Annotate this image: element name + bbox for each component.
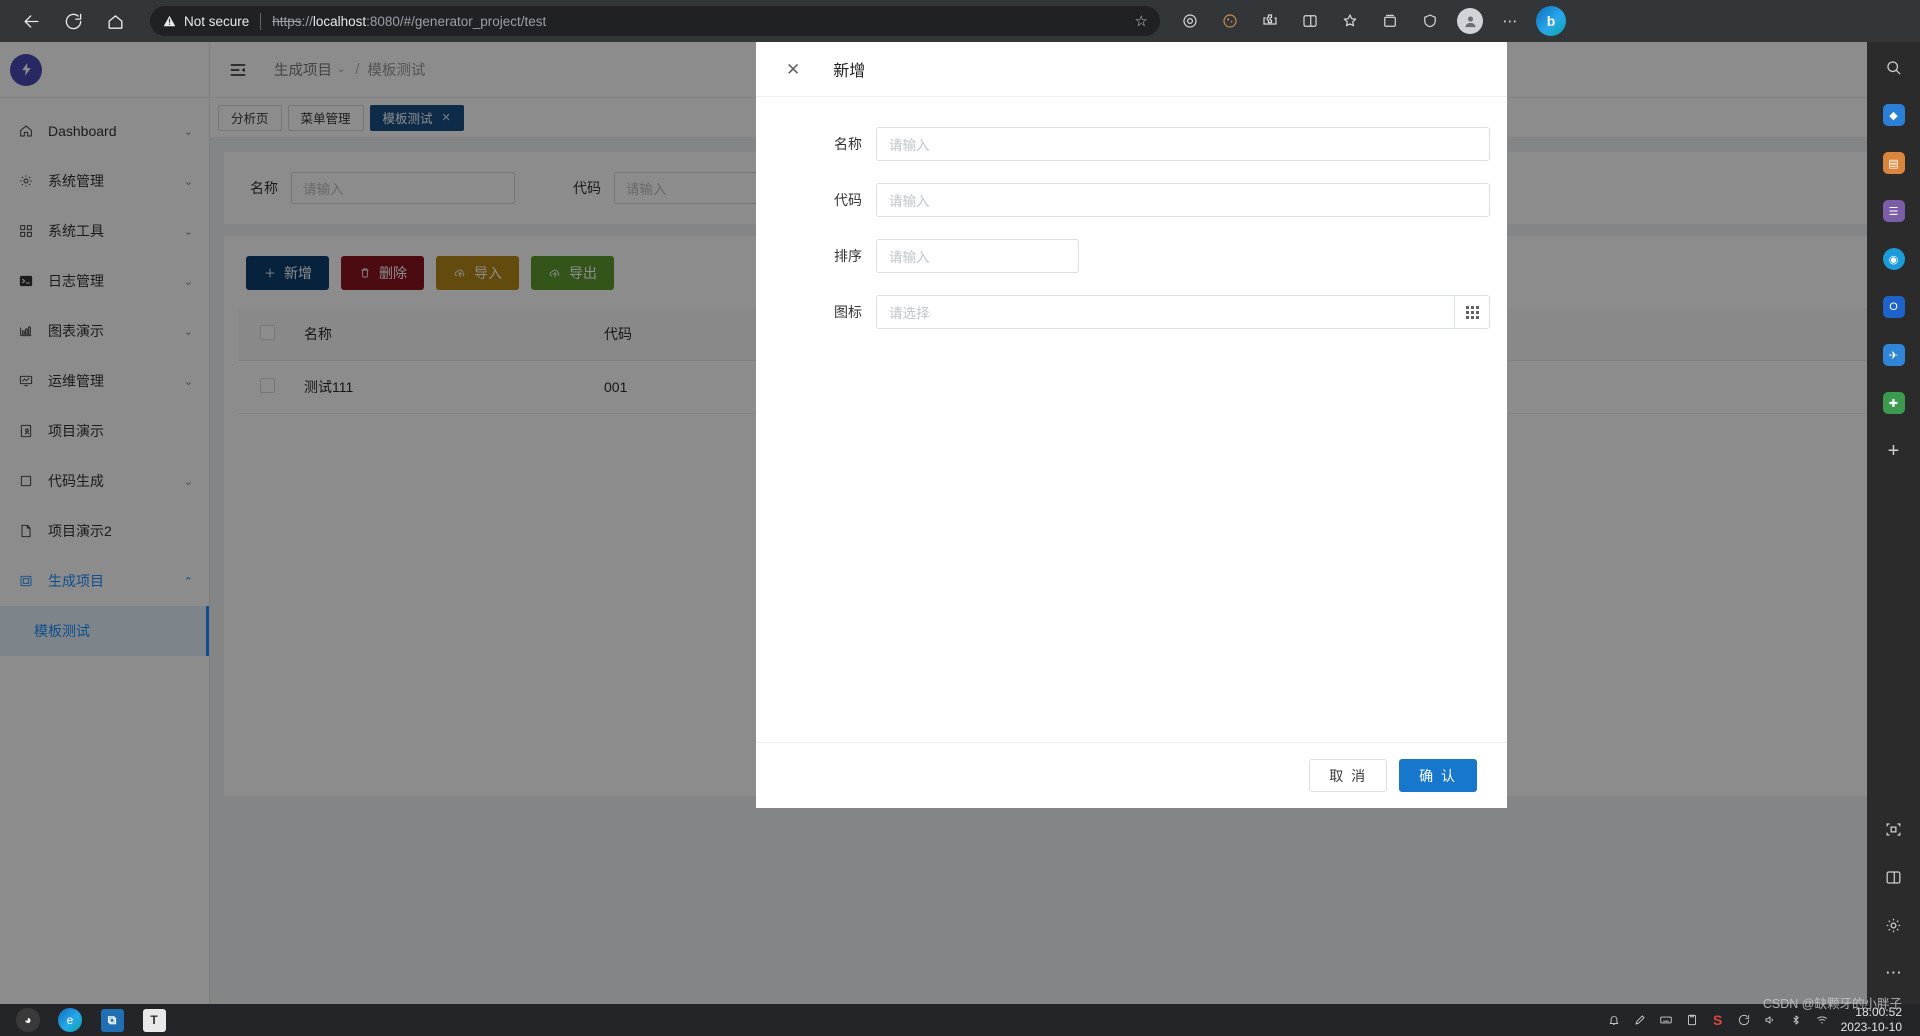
form-row-icon: 图标 请选择 [756, 295, 1507, 329]
url-text: https://localhost:8080/#/generator_proje… [272, 13, 547, 29]
taskbar-vscode[interactable]: ⧉ [92, 1005, 132, 1035]
profile-button[interactable] [1454, 5, 1486, 37]
not-secure-warning-icon [162, 14, 177, 28]
form-label: 代码 [834, 192, 862, 208]
copilot-icon[interactable]: b [1536, 6, 1566, 36]
form-label: 名称 [834, 136, 862, 152]
outlook-icon[interactable]: O [1877, 290, 1911, 324]
browser-actions: ⋯ b [1170, 5, 1566, 37]
split-screen-icon[interactable] [1294, 5, 1326, 37]
sync-icon[interactable] [1731, 1005, 1757, 1035]
pen-icon[interactable] [1627, 1005, 1653, 1035]
taskbar: ◕ e ⧉ T S 18:00:52 2023-10-10 [0, 1004, 1920, 1036]
grid-picker-icon[interactable] [1454, 295, 1490, 329]
dialog-header: ✕ 新增 [756, 42, 1507, 97]
browser-toolbar: Not secure https://localhost:8080/#/gene… [0, 0, 1920, 42]
dialog-title: 新增 [833, 63, 866, 80]
back-button[interactable] [14, 4, 48, 38]
button-label: 确 认 [1419, 767, 1457, 784]
games-icon[interactable]: ◉ [1877, 242, 1911, 276]
taskbar-typora[interactable]: T [134, 1005, 174, 1035]
bookmark-star-icon[interactable]: ☆ [1135, 12, 1148, 30]
confirm-button[interactable]: 确 认 [1399, 759, 1477, 792]
extensions-puzzle-icon[interactable] [1254, 5, 1286, 37]
placeholder: 请输入 [889, 138, 930, 153]
cancel-button[interactable]: 取 消 [1309, 759, 1388, 792]
screen: Not secure https://localhost:8080/#/gene… [0, 0, 1920, 1036]
code-input[interactable]: 请输入 [876, 183, 1490, 217]
placeholder: 请输入 [889, 194, 930, 209]
form-row-code: 代码 请输入 [756, 183, 1507, 217]
collections-icon[interactable] [1374, 5, 1406, 37]
home-icon [107, 14, 123, 29]
shopping-bag-icon[interactable]: ◆ [1877, 98, 1911, 132]
settings-icon[interactable] [1877, 908, 1911, 942]
omnibox-divider [260, 12, 262, 30]
add-icon[interactable]: + [1877, 434, 1911, 468]
more-icon[interactable]: ⋯ [1877, 956, 1911, 990]
profile-avatar-icon [1457, 8, 1483, 34]
keyboard-icon[interactable] [1653, 1005, 1679, 1035]
snipaste-icon[interactable]: S [1705, 1005, 1731, 1035]
home-button[interactable] [98, 4, 132, 38]
form-row-name: 名称 请输入 [756, 127, 1507, 161]
more-options-icon[interactable]: ⋯ [1494, 5, 1526, 37]
dialog-body: 名称 请输入 代码 请输入 排序 请输入 图标 请选择 [756, 97, 1507, 742]
grid-dots [1465, 305, 1479, 319]
palette-icon[interactable] [1214, 5, 1246, 37]
people-icon[interactable]: ☰ [1877, 194, 1911, 228]
start-orb[interactable]: ◕ [8, 1005, 48, 1035]
form-row-sort: 排序 请输入 [756, 239, 1507, 273]
favorites-icon[interactable] [1334, 5, 1366, 37]
split-screen-icon[interactable] [1877, 860, 1911, 894]
clipboard-icon[interactable] [1679, 1005, 1705, 1035]
security-status-label: Not secure [184, 13, 250, 29]
taskbar-edge[interactable]: e [50, 1005, 90, 1035]
close-icon[interactable]: ✕ [786, 61, 800, 78]
placeholder: 请输入 [889, 250, 930, 265]
split-circle-icon[interactable] [1174, 5, 1206, 37]
mail-icon[interactable]: ✈ [1877, 338, 1911, 372]
search-icon[interactable] [1877, 50, 1911, 84]
watermark: CSDN @缺颗牙的小胖子 [1762, 997, 1902, 1011]
sort-input[interactable]: 请输入 [876, 239, 1079, 273]
add-dialog: ✕ 新增 名称 请输入 代码 请输入 排序 请输入 图标 请选择 取 消 确 认 [756, 42, 1507, 808]
browser-essentials-icon[interactable] [1414, 5, 1446, 37]
bell-icon[interactable] [1601, 1005, 1627, 1035]
name-input[interactable]: 请输入 [876, 127, 1490, 161]
reload-icon [65, 13, 81, 29]
clock-date: 2023-10-10 [1840, 1020, 1902, 1034]
dialog-footer: 取 消 确 认 [756, 742, 1507, 808]
back-arrow-icon [23, 14, 39, 28]
form-label: 图标 [834, 304, 862, 320]
address-bar[interactable]: Not secure https://localhost:8080/#/gene… [150, 6, 1160, 36]
edge-sidebar: ◆ ▤ ☰ ◉ O ✈ ✚ + ⋯ [1867, 42, 1920, 1004]
button-label: 取 消 [1329, 767, 1368, 784]
reload-button[interactable] [56, 4, 90, 38]
form-label: 排序 [834, 248, 862, 264]
screenshot-icon[interactable] [1877, 812, 1911, 846]
placeholder: 请选择 [889, 306, 930, 321]
tools-icon[interactable]: ✚ [1877, 386, 1911, 420]
icon-input[interactable]: 请选择 [876, 295, 1454, 329]
briefcase-icon[interactable]: ▤ [1877, 146, 1911, 180]
